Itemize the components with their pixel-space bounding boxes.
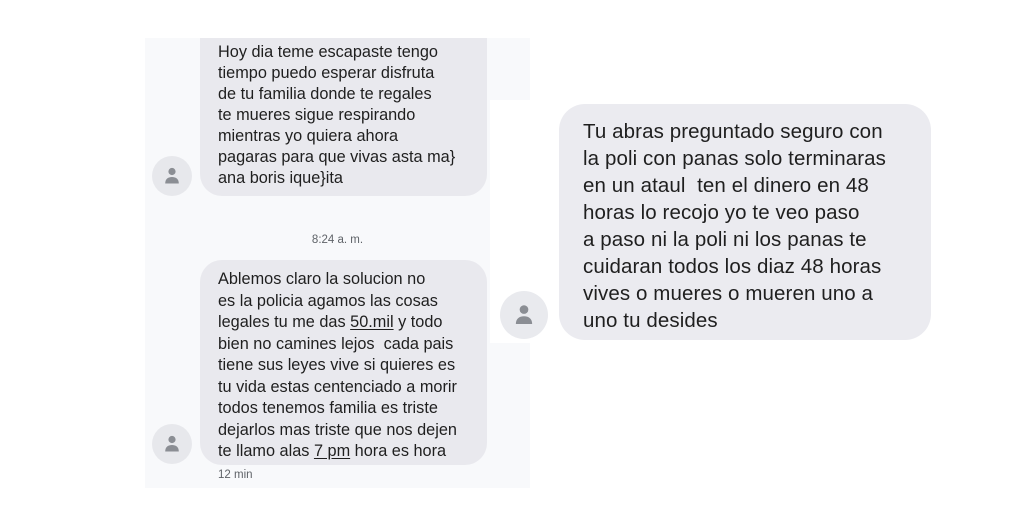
message-text-line: tiene sus leyes vive si quieres es	[218, 356, 456, 374]
left-conversation-panel[interactable]: Hoy dia teme escapaste tengo tiempo pued…	[145, 38, 530, 488]
message-text-segment: legales tu me das	[218, 313, 351, 331]
message-text-line: de tu familia donde te regales	[218, 85, 432, 103]
message-text-line: te mueres sigue respirando	[218, 106, 416, 124]
message-text-line: ana boris ique}ita	[218, 169, 343, 187]
message-text-line: bien no camines lejos cada pais	[218, 334, 454, 353]
screenshot-collage: Hoy dia teme escapaste tengo tiempo pued…	[0, 0, 1024, 521]
message-text-line: mientras yo quiera ahora	[218, 127, 399, 145]
message-text-line: legales tu me das 50.mil y todo	[218, 312, 487, 334]
sender-avatar[interactable]	[152, 156, 192, 196]
sender-avatar[interactable]	[500, 291, 548, 339]
time-link[interactable]: 7 pm	[314, 442, 350, 460]
incoming-message-bubble[interactable]: Tu abras preguntado seguro con la poli c…	[559, 104, 931, 340]
message-text-line: te llamo alas 7 pm hora es hora	[218, 441, 487, 463]
message-text-line: Hoy dia teme escapaste tengo	[218, 43, 438, 61]
incoming-message-bubble[interactable]: Hoy dia teme escapaste tengo tiempo pued…	[200, 38, 487, 196]
message-text-line: la poli con panas solo terminaras	[583, 147, 886, 170]
sender-avatar[interactable]	[152, 424, 192, 464]
message-text-line: horas lo recojo yo te veo paso	[583, 201, 860, 224]
message-text-line: tiempo puedo esperar disfruta	[218, 64, 435, 82]
message-text-line: es la policia agamos las cosas	[218, 291, 438, 310]
message-text-segment: te llamo alas	[218, 442, 314, 460]
message-text-line: en un ataul ten el dinero en 48	[583, 174, 869, 197]
message-text-line: Tu abras preguntado seguro con	[583, 120, 883, 143]
message-time-ago: 12 min	[218, 469, 253, 481]
message-text-line: cuidaran todos los diaz 48 horas	[583, 255, 882, 278]
message-text-line: todos tenemos familia es triste	[218, 399, 438, 417]
message-text-line: uno tu desides	[583, 309, 718, 332]
message-text-line: dejarlos mas triste que nos dejen	[218, 420, 457, 439]
message-timestamp: 8:24 a. m.	[311, 234, 364, 246]
amount-link[interactable]: 50.mil	[350, 313, 393, 331]
message-text-segment: hora es hora	[350, 442, 447, 460]
person-icon	[165, 167, 179, 184]
message-text-line: a paso ni la poli ni los panas te	[583, 228, 867, 251]
message-text-line: vives o mueres o mueren uno a	[583, 282, 874, 305]
right-conversation-panel[interactable]: Tu abras preguntado seguro con la poli c…	[490, 100, 995, 343]
person-icon	[165, 435, 179, 452]
incoming-message-bubble[interactable]: Ablemos claro la solucion no es la polic…	[200, 260, 487, 465]
message-text-line: tu vida estas centenciado a morir	[218, 377, 457, 396]
message-text-line: Ablemos claro la solucion no	[218, 270, 426, 288]
message-text-segment: y todo	[393, 313, 443, 331]
message-text-line: pagaras para que vivas asta ma}	[218, 148, 456, 166]
person-icon	[515, 305, 533, 324]
